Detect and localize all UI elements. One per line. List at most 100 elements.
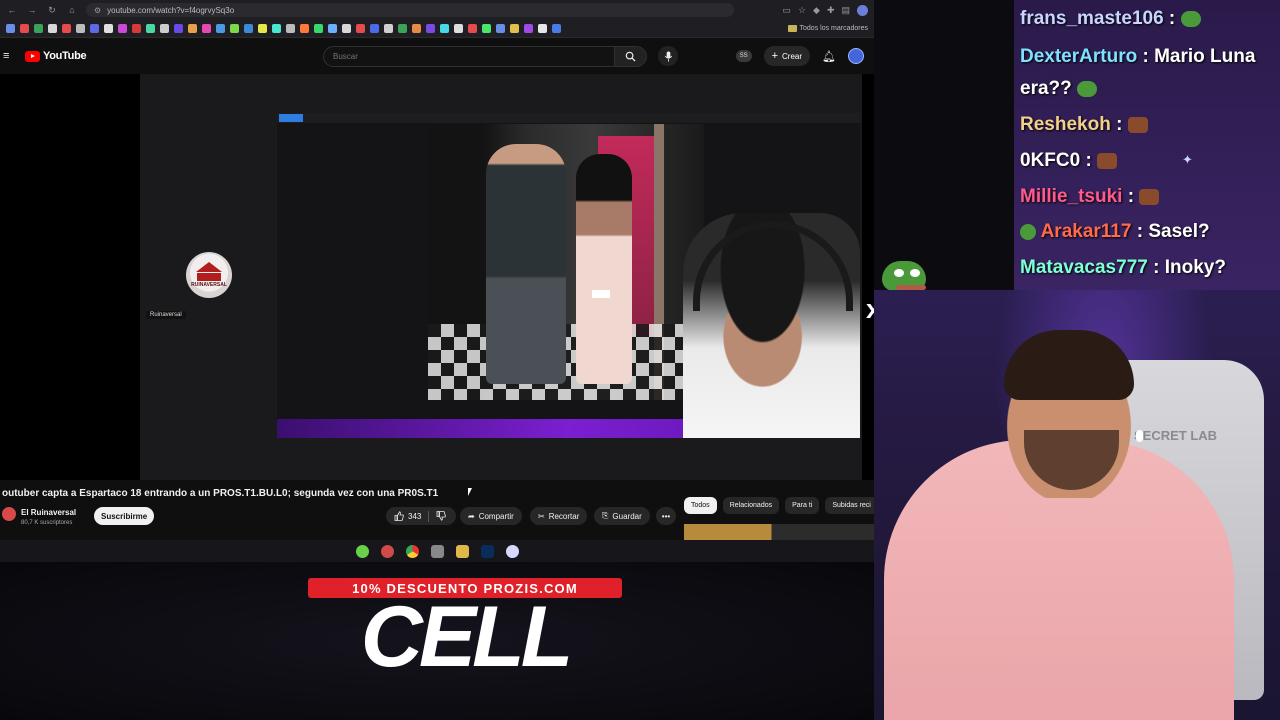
bookmark-icon[interactable] bbox=[496, 24, 505, 33]
bookmark-icon[interactable] bbox=[482, 24, 491, 33]
bookmark-icon[interactable] bbox=[440, 24, 449, 33]
search-button[interactable] bbox=[615, 46, 647, 67]
chip-for-you[interactable]: Para ti bbox=[785, 497, 820, 514]
bookmark-icon[interactable] bbox=[426, 24, 435, 33]
menu-icon[interactable]: ≡ bbox=[3, 50, 17, 62]
chat-text: Mario Luna bbox=[1154, 46, 1256, 67]
bookmark-icon[interactable] bbox=[412, 24, 421, 33]
forward-icon[interactable]: → bbox=[26, 5, 38, 15]
bookmark-icon[interactable] bbox=[272, 24, 281, 33]
notifications-bell-icon[interactable]: 🔔︎ bbox=[822, 50, 836, 63]
home-icon[interactable]: ⌂ bbox=[66, 5, 78, 15]
address-bar[interactable]: ⚙ youtube.com/watch?v=f4ogrvySq3o bbox=[86, 3, 735, 17]
search-input[interactable] bbox=[323, 46, 615, 67]
badge-icon bbox=[1020, 223, 1036, 240]
bookmark-icon[interactable] bbox=[524, 24, 533, 33]
chrome-icon[interactable] bbox=[405, 544, 419, 558]
bookmark-icon[interactable] bbox=[202, 24, 211, 33]
app-icon[interactable] bbox=[430, 544, 444, 558]
all-bookmarks-link[interactable]: Todos los marcadores bbox=[787, 25, 868, 32]
chat-username: frans_maste106 bbox=[1020, 8, 1164, 29]
video-letterbox-right bbox=[862, 74, 874, 480]
bookmark-icon[interactable] bbox=[216, 24, 225, 33]
bookmark-icon[interactable] bbox=[160, 24, 169, 33]
chip-related[interactable]: Relacionados bbox=[722, 497, 780, 514]
thumbs-down-icon[interactable] bbox=[436, 511, 447, 521]
chip-recent-uploads[interactable]: Subidas reci bbox=[825, 497, 874, 514]
profile-icon[interactable] bbox=[857, 4, 868, 16]
bookmark-icon[interactable] bbox=[188, 24, 197, 33]
cast-icon[interactable]: ▭ bbox=[782, 5, 791, 16]
subscribe-button[interactable]: Suscribirme bbox=[94, 507, 155, 525]
bookmark-icon[interactable] bbox=[62, 24, 71, 33]
thumbs-up-icon[interactable] bbox=[394, 511, 404, 521]
youtube-logo-text: YouTube bbox=[43, 50, 87, 62]
youtube-logo[interactable]: YouTube bbox=[25, 50, 87, 62]
bookmark-icon[interactable] bbox=[342, 24, 351, 33]
channel-name[interactable]: El Ruinaversal bbox=[21, 508, 76, 517]
account-avatar[interactable] bbox=[848, 48, 864, 64]
bookmark-icon[interactable] bbox=[174, 24, 183, 33]
bookmark-icon[interactable] bbox=[314, 24, 323, 33]
bookmark-icon[interactable] bbox=[146, 24, 155, 33]
bookmark-icon[interactable] bbox=[132, 24, 141, 33]
create-button[interactable]: + Crear bbox=[763, 46, 811, 66]
bookmark-icon[interactable] bbox=[552, 24, 561, 33]
bookmark-icon[interactable] bbox=[454, 24, 463, 33]
extensions-puzzle-icon[interactable]: ✚ bbox=[827, 5, 835, 16]
tab-search-icon[interactable]: ▤ bbox=[841, 5, 850, 16]
folder-icon[interactable] bbox=[455, 544, 469, 558]
bookmark-icon[interactable] bbox=[286, 24, 295, 33]
voice-search-button[interactable] bbox=[658, 46, 678, 66]
ss-badge[interactable]: SS bbox=[735, 50, 752, 62]
bookmark-icon[interactable] bbox=[370, 24, 379, 33]
bookmark-icon[interactable] bbox=[48, 24, 57, 33]
bookmark-icon[interactable] bbox=[230, 24, 239, 33]
bookmark-icon[interactable] bbox=[90, 24, 99, 33]
clip-button[interactable]: ✂ Recortar bbox=[530, 507, 588, 525]
bookmark-icon[interactable] bbox=[258, 24, 267, 33]
related-video-thumbnail[interactable] bbox=[684, 524, 874, 540]
bookmark-icon[interactable] bbox=[34, 24, 43, 33]
box-emote-icon bbox=[1127, 116, 1148, 133]
chat-colon: : bbox=[1080, 150, 1098, 171]
stream-chat: frans_maste106 : DexterArturo : Mario Lu… bbox=[1014, 0, 1280, 290]
bookmark-icon[interactable] bbox=[244, 24, 253, 33]
bookmark-icon[interactable] bbox=[6, 24, 15, 33]
bookmark-icon[interactable] bbox=[468, 24, 477, 33]
like-count[interactable]: 343 bbox=[408, 512, 421, 521]
os-taskbar bbox=[0, 540, 874, 562]
bookmark-icon[interactable] bbox=[398, 24, 407, 33]
bookmark-icon[interactable] bbox=[384, 24, 393, 33]
temple-base-icon bbox=[197, 273, 221, 281]
bookmark-icon[interactable] bbox=[300, 24, 309, 33]
share-button[interactable]: ➦ Compartir bbox=[460, 507, 522, 525]
share-icon: ➦ bbox=[468, 511, 475, 521]
bookmark-icon[interactable] bbox=[356, 24, 365, 33]
app-icon[interactable] bbox=[505, 544, 519, 558]
reload-icon[interactable]: ↻ bbox=[46, 5, 58, 16]
site-info-icon[interactable]: ⚙ bbox=[94, 6, 101, 15]
clip-label: Recortar bbox=[548, 511, 580, 521]
url-text: youtube.com/watch?v=f4ogrvySq3o bbox=[107, 5, 235, 15]
chip-all[interactable]: Todos bbox=[684, 497, 717, 514]
bookmark-star-icon[interactable]: ☆ bbox=[798, 5, 806, 16]
bookmark-icon[interactable] bbox=[118, 24, 127, 33]
more-actions-button[interactable]: ••• bbox=[656, 507, 676, 525]
bookmark-icon[interactable] bbox=[538, 24, 547, 33]
photo-person-woman bbox=[576, 154, 632, 384]
chat-message: Arakar117 : Sasel? bbox=[1020, 221, 1210, 243]
bookmark-icon[interactable] bbox=[20, 24, 29, 33]
channel-avatar[interactable] bbox=[2, 507, 16, 521]
extension-icon[interactable]: ◆ bbox=[813, 5, 820, 16]
bookmark-icon[interactable] bbox=[510, 24, 519, 33]
back-icon[interactable]: ← bbox=[6, 5, 18, 15]
save-button[interactable]: ⎘ Guardar bbox=[594, 507, 650, 525]
app-icon[interactable] bbox=[380, 544, 394, 558]
bookmark-icon[interactable] bbox=[104, 24, 113, 33]
chat-message: frans_maste106 : bbox=[1020, 8, 1201, 30]
bookmark-icon[interactable] bbox=[328, 24, 337, 33]
app-icon[interactable] bbox=[355, 544, 369, 558]
photoshop-icon[interactable] bbox=[480, 544, 494, 558]
bookmark-icon[interactable] bbox=[76, 24, 85, 33]
